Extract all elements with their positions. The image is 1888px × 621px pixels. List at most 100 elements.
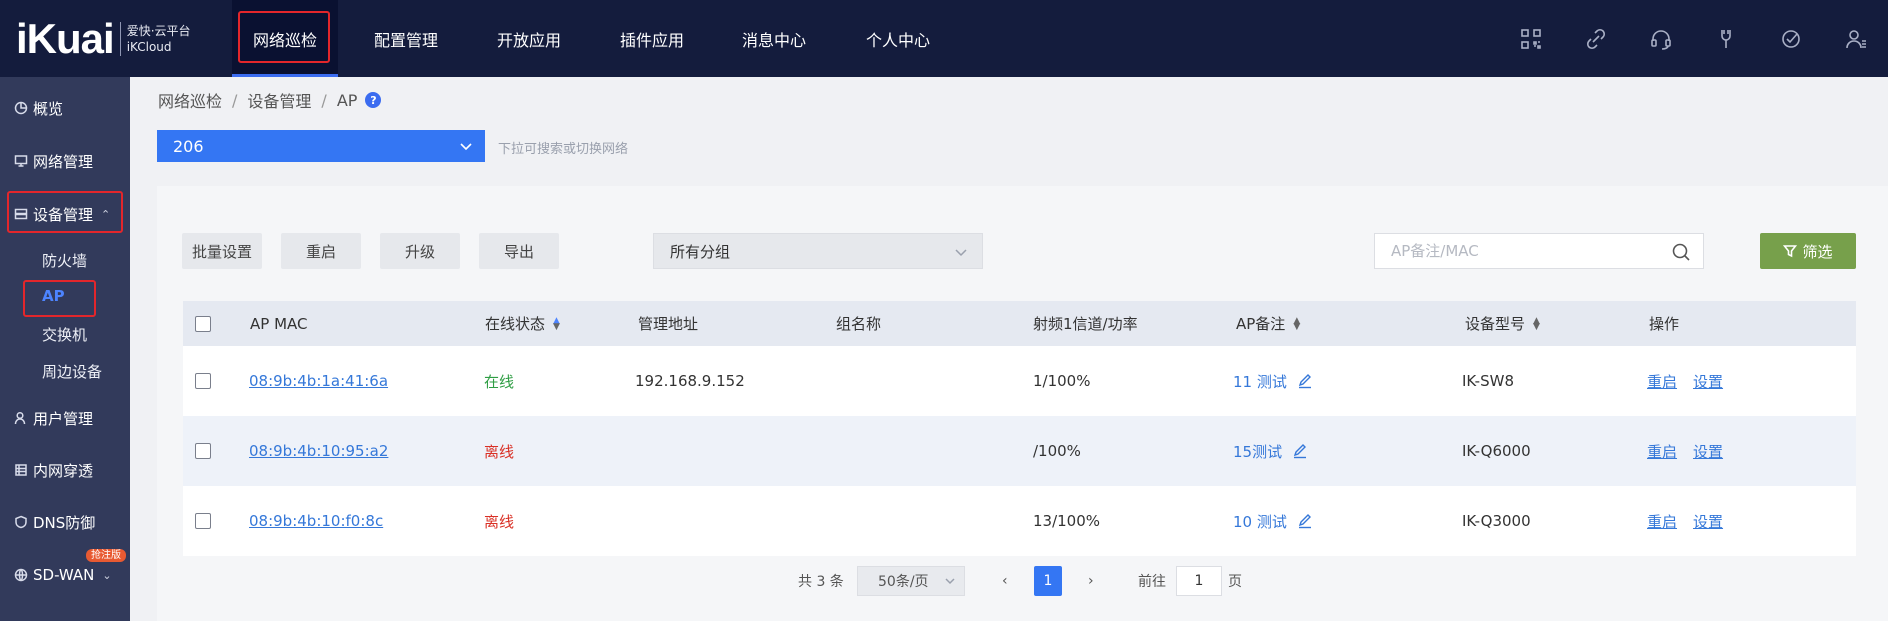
nav-label: 配置管理 [373, 30, 438, 50]
ap-mac-link[interactable]: 08:9b:4b:10:95:a2 [249, 442, 388, 460]
search-box [1374, 233, 1704, 269]
filter-label: 筛选 [1802, 242, 1833, 261]
edit-icon[interactable] [1297, 373, 1313, 389]
next-page-icon[interactable]: › [1088, 564, 1094, 598]
row-select-cell [195, 346, 211, 416]
col-label: 设备型号 [1465, 315, 1526, 333]
brand-name-en: iKCloud [126, 39, 172, 54]
ap-mac-link[interactable]: 08:9b:4b:1a:41:6a [249, 372, 388, 390]
filter-button[interactable]: 筛选 [1760, 233, 1856, 269]
row-settings-link[interactable]: 设置 [1693, 371, 1723, 392]
nav-label: 个人中心 [865, 30, 930, 50]
sidebar-item-dns[interactable]: DNS防御 [0, 502, 130, 542]
brand-logo[interactable]: iKuai 爱快·云平台 iKCloud [0, 0, 232, 77]
sidebar-item-label: 内网穿透 [33, 461, 94, 480]
check-circle-icon[interactable] [1758, 0, 1823, 77]
sidebar-item-network[interactable]: 网络管理 [0, 141, 130, 181]
edit-icon[interactable] [1292, 443, 1308, 459]
goto-page-input[interactable] [1176, 566, 1222, 596]
export-button[interactable]: 导出 [479, 233, 559, 269]
main-content: 网络巡检 / 设备管理 / AP ? 206 下拉可搜索或切换网络 批量设置 重… [130, 77, 1888, 621]
batch-settings-button[interactable]: 批量设置 [182, 233, 262, 269]
link-icon[interactable] [1563, 0, 1628, 77]
sidebar-item-users[interactable]: 用户管理 [0, 398, 130, 438]
row-operations: 重启 设置 [1647, 486, 1739, 556]
table-header: AP MAC 在线状态 ▲ ▼ 管理地址 组名称 射频1信道/功率 AP备注 ▲ ▼… [183, 301, 1856, 346]
sidebar-sub-switch[interactable]: 交换机 [0, 316, 130, 352]
breadcrumb-separator: / [232, 90, 238, 110]
help-icon[interactable]: ? [365, 92, 382, 108]
prev-page-icon[interactable]: ‹ [1002, 564, 1008, 598]
row-settings-link[interactable]: 设置 [1693, 511, 1723, 532]
nav-network-inspection[interactable]: 网络巡检 [232, 0, 338, 77]
row-restart-link[interactable]: 重启 [1647, 371, 1677, 392]
ap-note[interactable]: 15测试 [1233, 441, 1282, 462]
sidebar-item-tunnel[interactable]: 内网穿透 [0, 450, 130, 490]
col-status[interactable]: 在线状态 ▲ ▼ [485, 301, 560, 346]
page-size-select[interactable]: 50条/页 [857, 566, 965, 596]
nav-plugin-apps[interactable]: 插件应用 [584, 0, 720, 77]
sidebar: 概览 网络管理 设备管理 ⌃ 防火墙 AP 交换机 周边设备 用户管理 内网穿透… [0, 77, 130, 621]
upgrade-button[interactable]: 升级 [380, 233, 460, 269]
nav-open-apps[interactable]: 开放应用 [474, 0, 584, 77]
nav-label: 消息中心 [741, 30, 806, 50]
sidebar-sub-label: 防火墙 [42, 251, 88, 270]
col-manage-addr: 管理地址 [638, 315, 699, 333]
bulb-icon[interactable] [1693, 0, 1758, 77]
nav-config-management[interactable]: 配置管理 [338, 0, 474, 77]
radio-value: 13/100% [1033, 512, 1101, 530]
status-text: 在线 [484, 372, 515, 391]
sort-icon[interactable]: ▲ ▼ [1293, 316, 1300, 331]
nav-message-center[interactable]: 消息中心 [720, 0, 828, 77]
ap-note[interactable]: 11 测试 [1233, 371, 1287, 392]
total-count: 共 3 条 [798, 574, 844, 590]
model-value: IK-SW8 [1462, 372, 1514, 390]
sidebar-sub-firewall[interactable]: 防火墙 [0, 242, 130, 278]
user-icon [14, 411, 28, 425]
top-nav-icons [1498, 0, 1888, 77]
row-checkbox[interactable] [195, 443, 211, 459]
search-input[interactable] [1391, 242, 1661, 260]
col-ap-note[interactable]: AP备注 ▲ ▼ [1236, 301, 1300, 346]
ap-note-cell: 11 测试 [1233, 346, 1313, 416]
sidebar-item-label: 用户管理 [33, 409, 94, 428]
row-restart-link[interactable]: 重启 [1647, 441, 1677, 462]
chevron-down-icon [944, 575, 956, 587]
table-row: 08:9b:4b:10:f0:8c 离线 13/100% 10 测试 IK-Q3… [183, 486, 1856, 556]
ap-mac-link[interactable]: 08:9b:4b:10:f0:8c [249, 512, 383, 530]
brand-name: 爱快·云平台 iKCloud [127, 23, 191, 55]
sidebar-item-label: 概览 [33, 99, 64, 118]
row-select-cell [195, 486, 211, 556]
sort-icon[interactable]: ▲ ▼ [553, 316, 560, 331]
row-restart-link[interactable]: 重启 [1647, 511, 1677, 532]
brand-name-cn: 爱快·云平台 [126, 23, 191, 38]
page-number-current[interactable]: 1 [1034, 566, 1062, 596]
group-select[interactable]: 所有分组 [653, 233, 983, 269]
sidebar-item-overview[interactable]: 概览 [0, 88, 130, 128]
sort-icon[interactable]: ▲ ▼ [1533, 316, 1540, 331]
row-select-cell [195, 416, 211, 486]
user-icon[interactable] [1823, 0, 1888, 77]
row-checkbox[interactable] [195, 513, 211, 529]
row-settings-link[interactable]: 设置 [1693, 441, 1723, 462]
headset-icon[interactable] [1628, 0, 1693, 77]
nav-personal-center[interactable]: 个人中心 [828, 0, 968, 77]
breadcrumb-item[interactable]: 设备管理 [247, 88, 311, 112]
network-selected-value: 206 [173, 136, 204, 156]
sidebar-sub-peripheral[interactable]: 周边设备 [0, 353, 130, 389]
network-select[interactable]: 206 [157, 130, 485, 162]
grid-icon[interactable] [1498, 0, 1563, 77]
top-navbar: iKuai 爱快·云平台 iKCloud 网络巡检 配置管理 开放应用 插件应用… [0, 0, 1888, 77]
search-icon[interactable] [1671, 242, 1691, 262]
select-all-checkbox[interactable] [195, 315, 211, 332]
row-checkbox[interactable] [195, 373, 211, 389]
col-model[interactable]: 设备型号 ▲ ▼ [1465, 301, 1540, 346]
table-row: 08:9b:4b:1a:41:6a 在线 192.168.9.152 1/100… [183, 346, 1856, 416]
breadcrumb-item[interactable]: 网络巡检 [158, 88, 222, 112]
nav-label: 插件应用 [619, 30, 684, 50]
model-value: IK-Q3000 [1462, 512, 1531, 530]
edit-icon[interactable] [1297, 513, 1313, 529]
model-value: IK-Q6000 [1462, 442, 1531, 460]
restart-button[interactable]: 重启 [281, 233, 361, 269]
ap-note[interactable]: 10 测试 [1233, 511, 1287, 532]
